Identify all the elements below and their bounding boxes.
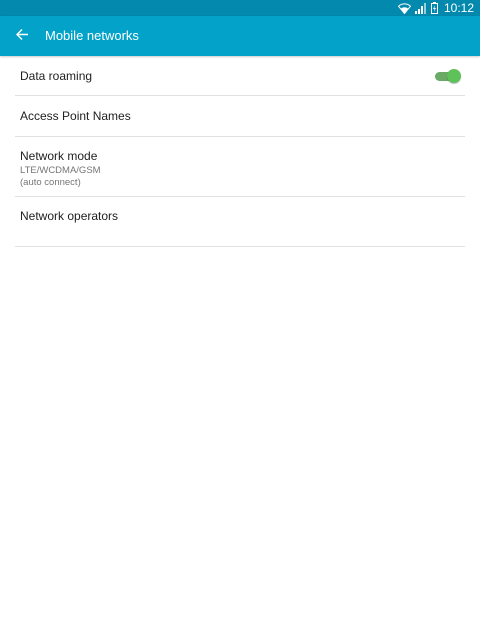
network-mode-value: LTE/WCDMA/GSM xyxy=(20,165,101,176)
app-bar: Mobile networks xyxy=(0,16,480,56)
list-item-network-operators[interactable]: Network operators xyxy=(15,197,465,247)
network-mode-connect: (auto connect) xyxy=(20,177,81,188)
list-item-network-mode[interactable]: Network mode LTE/WCDMA/GSM (auto connect… xyxy=(15,137,465,197)
status-bar: 10:12 xyxy=(0,0,480,16)
network-mode-summary: LTE/WCDMA/GSM (auto connect) xyxy=(20,165,101,189)
back-button[interactable] xyxy=(12,26,32,46)
signal-icon xyxy=(414,2,427,14)
list-item-access-point-names[interactable]: Access Point Names xyxy=(15,96,465,137)
data-roaming-toggle[interactable] xyxy=(435,68,461,84)
network-operators-label: Network operators xyxy=(20,209,119,223)
list-item-data-roaming[interactable]: Data roaming xyxy=(15,56,465,96)
data-roaming-label: Data roaming xyxy=(20,69,93,83)
toggle-thumb xyxy=(447,69,461,83)
access-point-names-label: Access Point Names xyxy=(20,109,131,123)
battery-icon xyxy=(430,2,438,14)
settings-list: Data roaming Access Point Names Network … xyxy=(15,56,465,247)
page-title: Mobile networks xyxy=(45,28,139,43)
status-icons: 10:12 xyxy=(397,0,474,16)
status-time: 10:12 xyxy=(443,1,474,15)
network-mode-label: Network mode xyxy=(20,149,98,163)
wifi-icon xyxy=(397,2,411,14)
arrow-left-icon xyxy=(16,27,29,45)
